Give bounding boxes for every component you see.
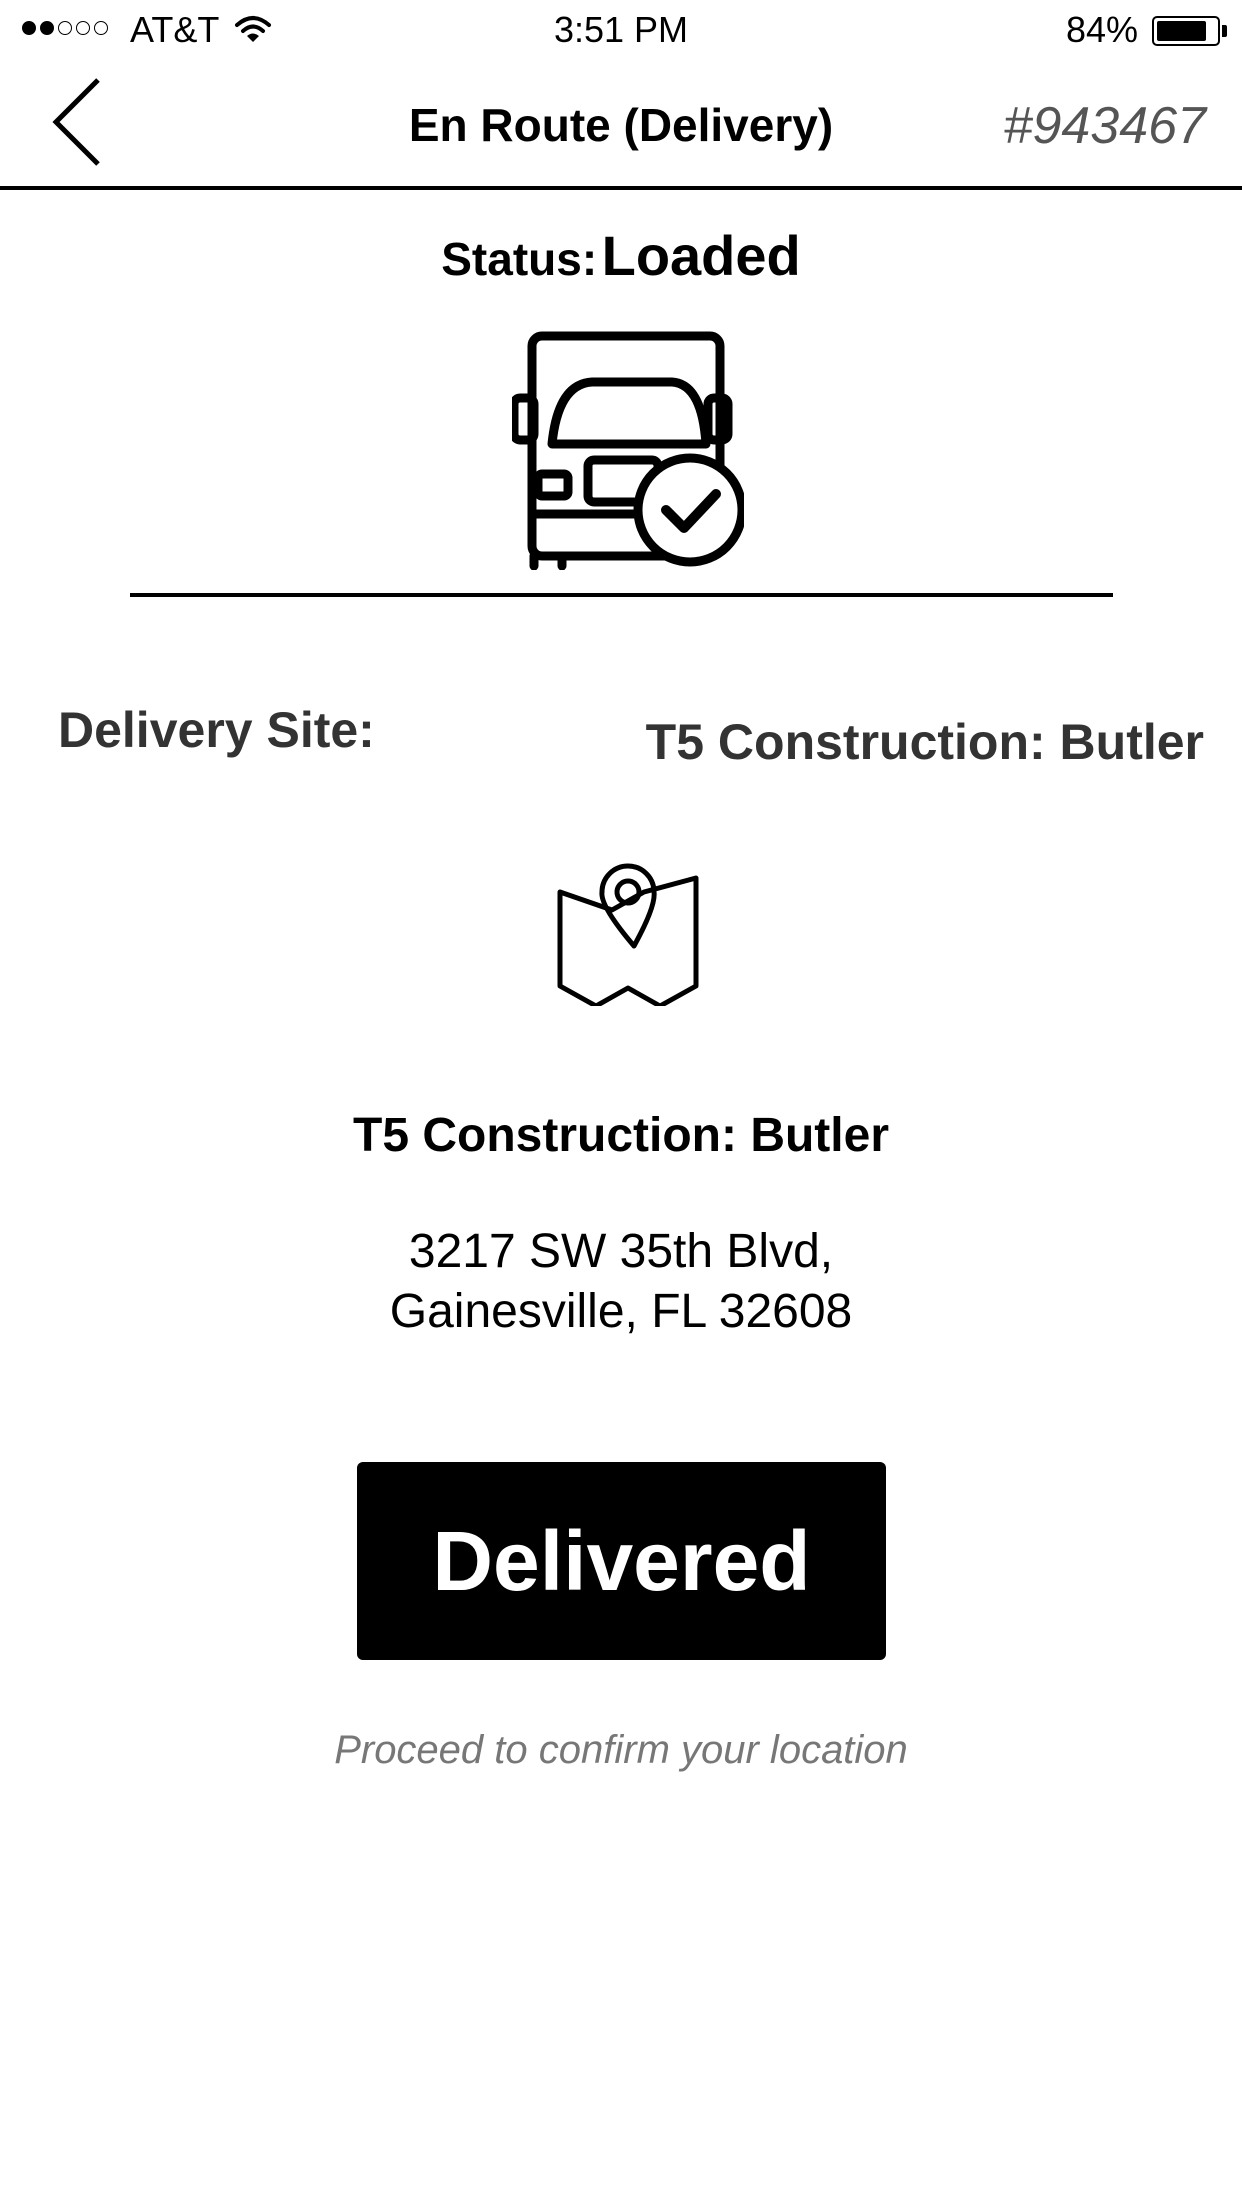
status-bar: AT&T 3:51 PM 84% [0, 0, 1242, 60]
battery-cap [1222, 25, 1227, 37]
site-address: 3217 SW 35th Blvd, Gainesville, FL 32608 [0, 1222, 1242, 1342]
delivery-site-value: T5 Construction: Butler [645, 714, 1204, 770]
status-value: Loaded [601, 224, 801, 287]
confirm-location-hint: Proceed to confirm your location [334, 1728, 908, 1772]
site-name: T5 Construction: Butler [353, 1109, 889, 1162]
battery-percentage: 84% [1065, 9, 1138, 50]
battery-icon [1152, 16, 1220, 46]
battery-level-fill [1157, 21, 1206, 41]
order-number: #943467 [1003, 97, 1206, 155]
navigation-bar: En Route (Delivery) #943467 [0, 60, 1242, 190]
delivery-site-label: Delivery Site: [58, 702, 375, 758]
address-line-2: Gainesville, FL 32608 [389, 1285, 853, 1338]
delivered-button[interactable]: Delivered [357, 1462, 886, 1660]
truck-check-icon [512, 331, 744, 570]
address-line-1: 3217 SW 35th Blvd, [408, 1225, 834, 1278]
status-line: Status: Loaded [0, 224, 1242, 303]
section-divider [130, 593, 1113, 597]
map-pin-icon[interactable] [556, 862, 700, 1006]
status-label: Status: [441, 233, 598, 285]
status-bar-time: 3:51 PM [553, 9, 689, 50]
